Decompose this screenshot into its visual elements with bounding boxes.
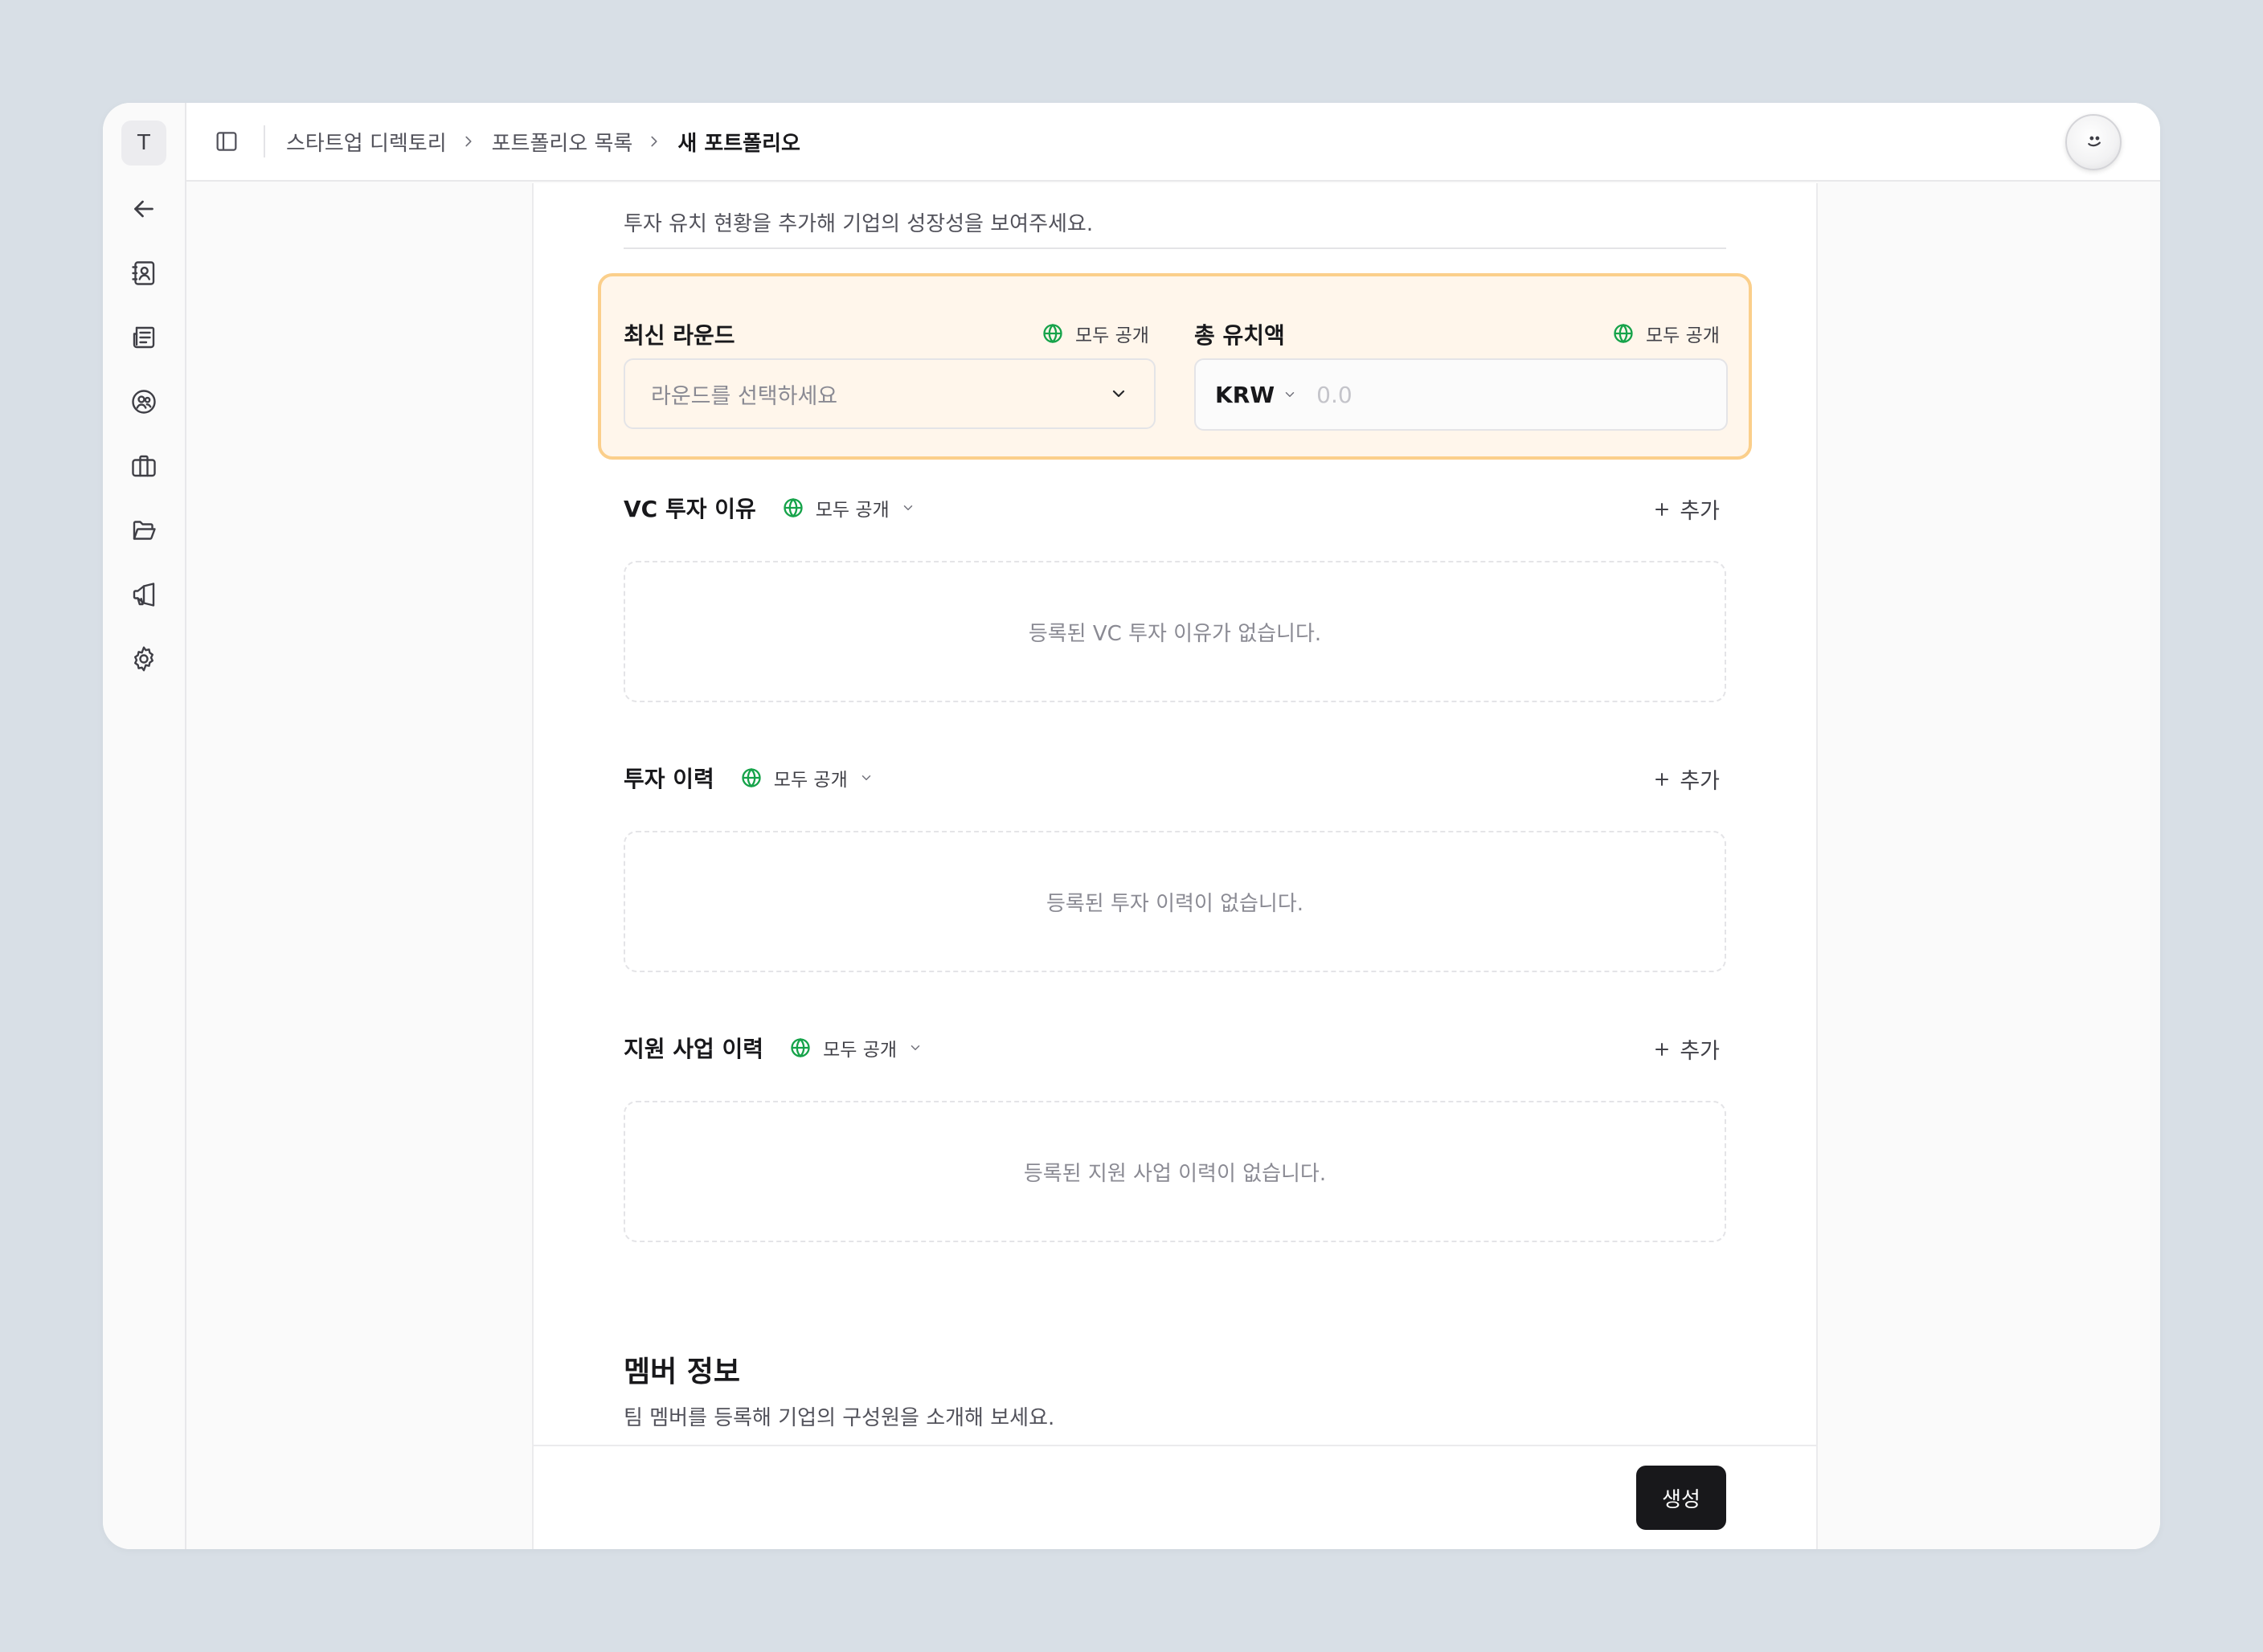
plus-icon bbox=[1655, 1042, 1669, 1056]
section-divider bbox=[624, 247, 1726, 249]
add-label: 추가 bbox=[1680, 1039, 1720, 1064]
vc-reason-visibility[interactable]: 모두 공개 bbox=[782, 494, 915, 521]
visibility-label: 모두 공개 bbox=[815, 500, 890, 521]
topbar-divider bbox=[264, 125, 265, 157]
members-description: 팀 멤버를 등록해 기업의 구성원을 소개해 보세요. bbox=[624, 1406, 1055, 1430]
support-program-empty-state: 등록된 지원 사업 이력이 없습니다. bbox=[624, 1101, 1726, 1242]
newspaper-icon[interactable] bbox=[121, 315, 166, 360]
total-amount-input[interactable] bbox=[1316, 381, 1719, 408]
back-arrow-icon[interactable] bbox=[121, 186, 166, 231]
visibility-label: 모두 공개 bbox=[773, 770, 848, 791]
sidebar-nav bbox=[121, 251, 166, 681]
chevron-right-icon bbox=[460, 132, 479, 151]
vc-reason-title: VC 투자 이유 bbox=[624, 496, 756, 522]
chevron-down-icon bbox=[861, 775, 870, 780]
form-footer: 생성 bbox=[534, 1445, 1816, 1549]
create-button[interactable]: 생성 bbox=[1636, 1466, 1726, 1530]
add-label: 추가 bbox=[1680, 499, 1720, 524]
app-window: T 스타트업 디렉토리 포트폴리오 목록 새 포트폴리오 투자 유치 현황을 추… bbox=[103, 103, 2160, 1549]
vc-reason-header: VC 투자 이유 모두 공개 bbox=[624, 492, 915, 524]
total-amount-label: 총 유치액 bbox=[1194, 322, 1285, 349]
support-program-title: 지원 사업 이력 bbox=[624, 1036, 764, 1062]
funding-summary-box: 최신 라운드 모두 공개 총 유치액 모두 공개 라운드를 선택하세요 KRW … bbox=[598, 273, 1752, 460]
support-program-header: 지원 사업 이력 모두 공개 bbox=[624, 1032, 923, 1064]
form-scroll-area[interactable]: 투자 유치 현황을 추가해 기업의 성장성을 보여주세요. 최신 라운드 모두 … bbox=[534, 183, 1816, 1445]
latest-round-visibility[interactable]: 모두 공개 bbox=[1041, 320, 1149, 347]
investment-history-add-button[interactable]: 추가 bbox=[1652, 763, 1720, 795]
investment-history-header: 투자 이력 모두 공개 bbox=[624, 762, 874, 794]
empty-text: 등록된 지원 사업 이력이 없습니다. bbox=[1023, 1161, 1327, 1186]
empty-text: 등록된 VC 투자 이유가 없습니다. bbox=[1028, 621, 1322, 646]
latest-round-select[interactable]: 라운드를 선택하세요 bbox=[624, 358, 1156, 429]
investment-description: 투자 유치 현황을 추가해 기업의 성장성을 보여주세요. bbox=[624, 212, 1094, 236]
sidebar: T bbox=[103, 103, 186, 1549]
breadcrumb: 스타트업 디렉토리 포트폴리오 목록 새 포트폴리오 bbox=[286, 127, 800, 157]
plus-icon bbox=[1655, 772, 1669, 786]
visibility-label: 모두 공개 bbox=[1075, 325, 1149, 346]
vc-reason-empty-state: 등록된 VC 투자 이유가 없습니다. bbox=[624, 561, 1726, 702]
chevron-down-icon[interactable] bbox=[1283, 387, 1297, 402]
globe-icon bbox=[742, 767, 761, 788]
smile-face-icon bbox=[2088, 136, 2101, 147]
latest-round-placeholder: 라운드를 선택하세요 bbox=[651, 383, 838, 409]
contact-book-icon[interactable] bbox=[121, 251, 166, 296]
chevron-down-icon bbox=[1112, 390, 1125, 398]
members-section-title: 멤버 정보 bbox=[624, 1356, 741, 1388]
vc-reason-add-button[interactable]: 추가 bbox=[1652, 493, 1720, 525]
investment-history-empty-state: 등록된 투자 이력이 없습니다. bbox=[624, 831, 1726, 972]
workspace-avatar[interactable]: T bbox=[121, 121, 166, 166]
globe-icon bbox=[784, 497, 803, 518]
visibility-label: 모두 공개 bbox=[823, 1040, 898, 1061]
breadcrumb-current-page: 새 포트폴리오 bbox=[677, 131, 800, 156]
chevron-down-icon bbox=[911, 1045, 920, 1050]
latest-round-label: 최신 라운드 bbox=[624, 322, 735, 349]
briefcase-icon[interactable] bbox=[121, 444, 166, 489]
empty-text: 등록된 투자 이력이 없습니다. bbox=[1046, 891, 1304, 916]
settings-gear-icon[interactable] bbox=[121, 636, 166, 681]
add-label: 추가 bbox=[1680, 769, 1720, 794]
portfolio-form-card: 투자 유치 현황을 추가해 기업의 성장성을 보여주세요. 최신 라운드 모두 … bbox=[532, 183, 1818, 1549]
globe-icon bbox=[1043, 323, 1062, 344]
chevron-down-icon bbox=[903, 505, 912, 510]
visibility-label: 모두 공개 bbox=[1646, 325, 1720, 346]
globe-icon bbox=[1614, 323, 1633, 344]
breadcrumb-startup-directory[interactable]: 스타트업 디렉토리 bbox=[286, 127, 447, 157]
breadcrumb-portfolio-list[interactable]: 포트폴리오 목록 bbox=[492, 127, 633, 157]
support-program-visibility[interactable]: 모두 공개 bbox=[789, 1034, 923, 1061]
investment-history-title: 투자 이력 bbox=[624, 766, 714, 792]
total-amount-visibility[interactable]: 모두 공개 bbox=[1612, 320, 1720, 347]
investment-history-visibility[interactable]: 모두 공개 bbox=[740, 764, 874, 791]
users-circle-icon[interactable] bbox=[121, 379, 166, 424]
plus-icon bbox=[1655, 502, 1669, 516]
globe-icon bbox=[791, 1037, 810, 1058]
main-area: 스타트업 디렉토리 포트폴리오 목록 새 포트폴리오 투자 유치 현황을 추가해… bbox=[186, 103, 2160, 1549]
user-avatar[interactable] bbox=[2065, 114, 2122, 170]
folder-open-icon[interactable] bbox=[121, 508, 166, 553]
support-program-add-button[interactable]: 추가 bbox=[1652, 1033, 1720, 1065]
currency-selector[interactable]: KRW bbox=[1215, 382, 1275, 408]
total-amount-field: KRW bbox=[1194, 358, 1728, 431]
top-bar: 스타트업 디렉토리 포트폴리오 목록 새 포트폴리오 bbox=[186, 103, 2160, 182]
megaphone-icon[interactable] bbox=[121, 572, 166, 617]
chevron-right-icon bbox=[645, 132, 665, 151]
sidebar-toggle-icon[interactable] bbox=[211, 125, 243, 157]
